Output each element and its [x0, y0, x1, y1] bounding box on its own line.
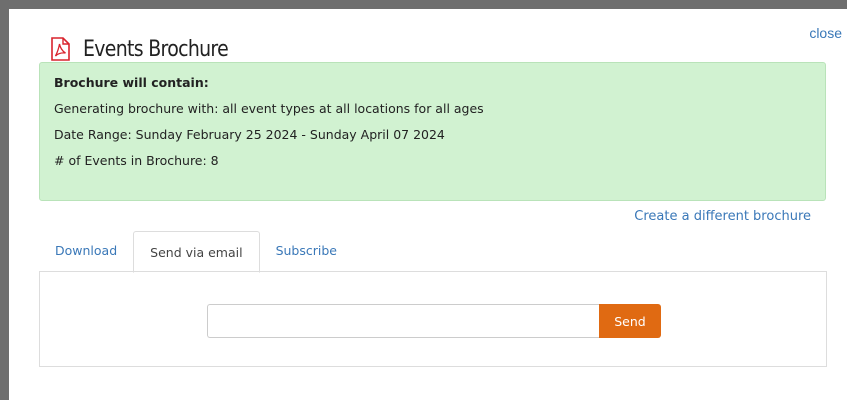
- brochure-modal: close Events Brochure Brochure will cont…: [9, 9, 847, 400]
- summary-date-range: Date Range: Sunday February 25 2024 - Su…: [54, 127, 445, 142]
- send-button[interactable]: Send: [599, 304, 661, 338]
- brochure-summary: Brochure will contain: Generating brochu…: [39, 62, 826, 201]
- create-different-brochure-link[interactable]: Create a different brochure: [634, 209, 811, 224]
- modal-title: Events Brochure: [83, 36, 229, 62]
- send-email-panel: Send: [39, 271, 827, 367]
- tab-send-via-email[interactable]: Send via email: [133, 231, 260, 273]
- tab-download[interactable]: Download: [39, 230, 133, 272]
- email-input[interactable]: [207, 304, 599, 338]
- summary-generating: Generating brochure with: all event type…: [54, 101, 484, 116]
- close-link[interactable]: close: [809, 25, 842, 41]
- pdf-icon: [49, 37, 71, 61]
- summary-event-count: # of Events in Brochure: 8: [54, 153, 219, 168]
- tab-subscribe[interactable]: Subscribe: [260, 230, 353, 272]
- summary-heading: Brochure will contain:: [54, 75, 209, 90]
- brochure-tabs: Download Send via email Subscribe: [39, 229, 826, 273]
